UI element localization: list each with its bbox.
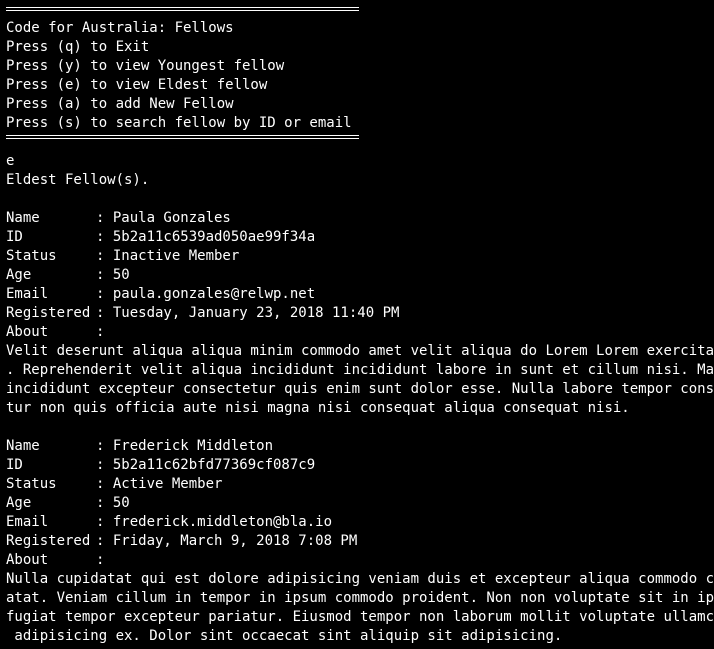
fellow-id: 5b2a11c62bfd77369cf087c9 bbox=[112, 457, 316, 473]
terminal-window[interactable]: Code for Australia: Fellows Press (q) to… bbox=[0, 0, 714, 649]
fellow-name-row: Name: Paula Gonzales bbox=[6, 209, 714, 228]
fellow-age-row: Age: 50 bbox=[6, 266, 714, 285]
fellow-about-line: Nulla cupidatat qui est dolore adipisici… bbox=[6, 571, 714, 587]
result-heading: Eldest Fellow(s). bbox=[6, 172, 150, 188]
user-input[interactable]: e bbox=[6, 152, 714, 171]
field-separator: : bbox=[96, 229, 113, 245]
fellow-about-row: About: bbox=[6, 323, 714, 342]
fellow-about-row: About: bbox=[6, 551, 714, 570]
fellow-record: Name: Paula Gonzales ID: 5b2a11c6539ad05… bbox=[6, 209, 714, 418]
menu-bottom-rule bbox=[6, 133, 359, 152]
fellow-age-row: Age: 50 bbox=[6, 494, 714, 513]
fellow-email-row: Email: frederick.middleton@bla.io bbox=[6, 513, 714, 532]
field-separator: : bbox=[96, 552, 105, 568]
fellow-registered: Friday, March 9, 2018 7:08 PM bbox=[112, 533, 358, 549]
fellow-name: Frederick Middleton bbox=[112, 438, 274, 454]
fellow-about-line: . Reprehenderit velit aliqua incididunt … bbox=[6, 362, 714, 378]
field-label: Registered bbox=[6, 305, 91, 321]
fellow-registered: Tuesday, January 23, 2018 11:40 PM bbox=[112, 305, 400, 321]
fellow-name-row: Name: Frederick Middleton bbox=[6, 437, 714, 456]
field-label: Name bbox=[6, 438, 40, 454]
field-label: Name bbox=[6, 210, 40, 226]
fellow-about-line: adipisicing ex. Dolor sint occaecat sint… bbox=[6, 628, 563, 644]
field-label: About bbox=[6, 552, 49, 568]
field-separator: : bbox=[96, 305, 113, 321]
field-separator: : bbox=[96, 286, 113, 302]
fellow-registered-row: Registered: Tuesday, January 23, 2018 11… bbox=[6, 304, 714, 323]
fellow-email: paula.gonzales@relwp.net bbox=[112, 286, 316, 302]
field-separator: : bbox=[96, 495, 113, 511]
fellow-about-line: tur non quis officia aute nisi magna nis… bbox=[6, 400, 630, 416]
field-separator: : bbox=[96, 514, 113, 530]
fellow-status: Active Member bbox=[112, 476, 223, 492]
fellow-record: Name: Frederick Middleton ID: 5b2a11c62b… bbox=[6, 437, 714, 646]
field-label: Email bbox=[6, 286, 49, 302]
field-label: ID bbox=[6, 229, 23, 245]
menu-title: Code for Australia: Fellows bbox=[6, 20, 234, 36]
menu-option-eldest: Press (e) to view Eldest fellow bbox=[6, 77, 268, 93]
menu-option-youngest: Press (y) to view Youngest fellow bbox=[6, 58, 285, 74]
fellow-status: Inactive Member bbox=[112, 248, 240, 264]
field-label: About bbox=[6, 324, 49, 340]
fellow-email: frederick.middleton@bla.io bbox=[112, 514, 333, 530]
field-label: Email bbox=[6, 514, 49, 530]
menu-top-rule bbox=[6, 0, 359, 19]
fellow-status-row: Status: Inactive Member bbox=[6, 247, 714, 266]
field-label: Age bbox=[6, 495, 32, 511]
fellow-name: Paula Gonzales bbox=[112, 210, 231, 226]
field-label: ID bbox=[6, 457, 23, 473]
field-separator: : bbox=[96, 457, 113, 473]
fellow-id-row: ID: 5b2a11c62bfd77369cf087c9 bbox=[6, 456, 714, 475]
field-label: Status bbox=[6, 476, 57, 492]
field-separator: : bbox=[96, 476, 113, 492]
field-label: Age bbox=[6, 267, 32, 283]
fellow-about-line: incididunt excepteur consectetur quis en… bbox=[6, 381, 714, 397]
fellow-status-row: Status: Active Member bbox=[6, 475, 714, 494]
field-separator: : bbox=[96, 438, 113, 454]
field-separator: : bbox=[96, 533, 113, 549]
field-separator: : bbox=[96, 324, 105, 340]
fellow-id-row: ID: 5b2a11c6539ad050ae99f34a bbox=[6, 228, 714, 247]
menu-option-add: Press (a) to add New Fellow bbox=[6, 96, 234, 112]
fellow-id: 5b2a11c6539ad050ae99f34a bbox=[112, 229, 316, 245]
fellow-about-line: fugiat tempor excepteur pariatur. Eiusmo… bbox=[6, 609, 714, 625]
field-separator: : bbox=[96, 248, 113, 264]
fellow-about-line: atat. Veniam cillum in tempor in ipsum c… bbox=[6, 590, 714, 606]
fellow-about-line: Velit deserunt aliqua aliqua minim commo… bbox=[6, 343, 714, 359]
field-separator: : bbox=[96, 210, 113, 226]
field-separator: : bbox=[96, 267, 113, 283]
fellow-age: 50 bbox=[112, 267, 130, 283]
menu-option-search: Press (s) to search fellow by ID or emai… bbox=[6, 115, 352, 131]
field-label: Status bbox=[6, 248, 57, 264]
fellow-age: 50 bbox=[112, 495, 130, 511]
field-label: Registered bbox=[6, 533, 91, 549]
fellow-registered-row: Registered: Friday, March 9, 2018 7:08 P… bbox=[6, 532, 714, 551]
fellow-email-row: Email: paula.gonzales@relwp.net bbox=[6, 285, 714, 304]
menu-option-exit: Press (q) to Exit bbox=[6, 39, 150, 55]
